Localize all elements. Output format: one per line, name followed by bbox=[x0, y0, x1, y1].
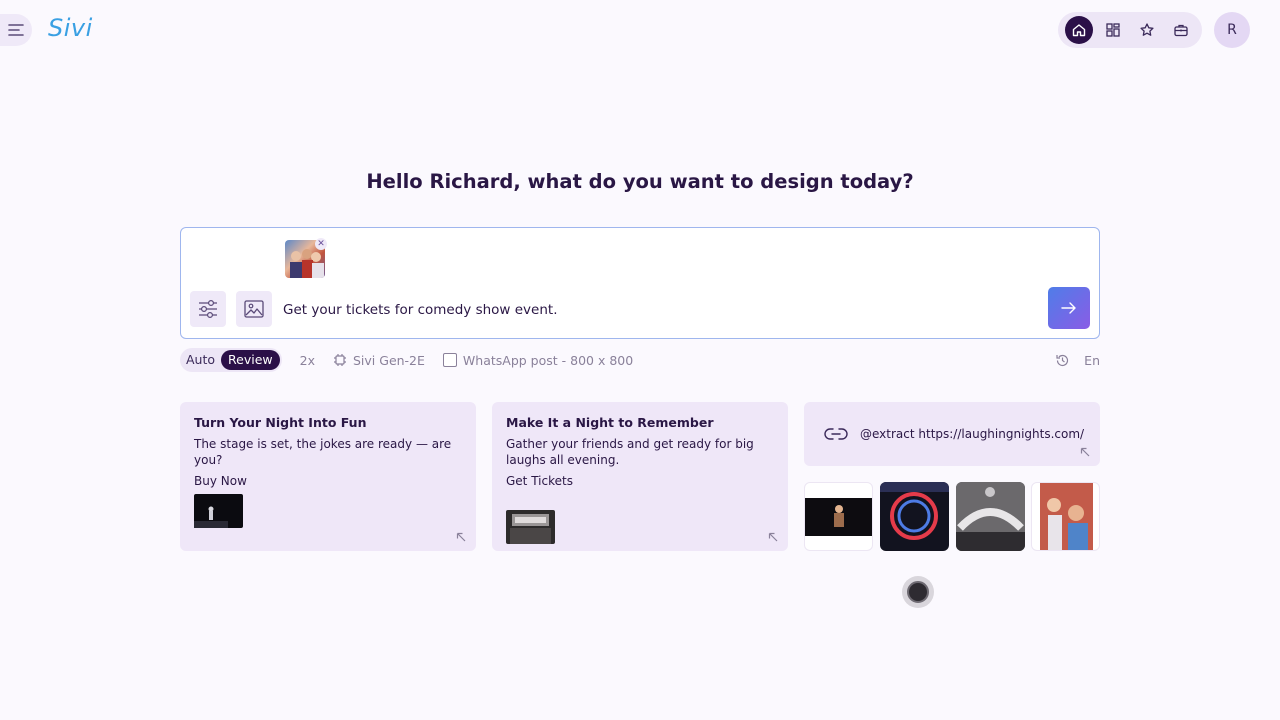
briefcase-icon bbox=[1174, 24, 1188, 37]
mode-toggle: Auto Review bbox=[180, 348, 282, 372]
model-option[interactable]: Sivi Gen-2E bbox=[333, 353, 425, 368]
suggestion-title: Turn Your Night Into Fun bbox=[194, 415, 367, 430]
suggestion-title: Make It a Night to Remember bbox=[506, 415, 714, 430]
arrow-up-left-icon bbox=[1080, 447, 1090, 457]
nav-grid-button[interactable] bbox=[1099, 16, 1127, 44]
home-icon bbox=[1072, 24, 1086, 37]
model-label: Sivi Gen-2E bbox=[353, 352, 425, 368]
multiplier-label: 2x bbox=[299, 352, 315, 368]
add-image-button[interactable] bbox=[236, 291, 272, 327]
language-selector[interactable]: En bbox=[1084, 353, 1100, 368]
extract-url-card[interactable]: @extract https://laughingnights.com/ bbox=[804, 402, 1100, 466]
multiplier-option[interactable]: 2x bbox=[300, 353, 315, 368]
record-button[interactable] bbox=[902, 576, 934, 608]
suggestion-image bbox=[194, 494, 243, 528]
prompt-input[interactable] bbox=[283, 299, 1023, 321]
mode-review-option[interactable]: Review bbox=[221, 350, 280, 370]
suggestion-cta: Get Tickets bbox=[506, 474, 573, 488]
format-checkbox[interactable] bbox=[442, 353, 457, 367]
arrow-up-left-icon bbox=[768, 532, 778, 542]
grid-icon bbox=[1106, 23, 1120, 37]
nav-favorites-button[interactable] bbox=[1133, 16, 1161, 44]
gallery-image[interactable] bbox=[956, 482, 1025, 551]
gallery-image[interactable] bbox=[880, 482, 949, 551]
link-icon bbox=[824, 428, 848, 440]
remove-attachment-button[interactable]: ✕ bbox=[315, 238, 327, 250]
send-button[interactable] bbox=[1048, 287, 1090, 329]
top-navigation bbox=[1058, 12, 1202, 48]
menu-button[interactable] bbox=[0, 14, 32, 46]
gallery-image[interactable] bbox=[804, 482, 873, 551]
prompt-box: ✕ bbox=[180, 227, 1100, 339]
arrow-up-left-icon bbox=[456, 532, 466, 542]
sivi-logo[interactable]: Sivi bbox=[48, 14, 93, 42]
nav-home-button[interactable] bbox=[1065, 16, 1093, 44]
format-option[interactable]: WhatsApp post - 800 x 800 bbox=[442, 352, 634, 368]
gallery-image[interactable] bbox=[1031, 482, 1100, 551]
options-row: Auto Review 2x Sivi Gen-2E WhatsApp post… bbox=[180, 348, 1100, 372]
chip-icon bbox=[334, 354, 346, 366]
nav-briefcase-button[interactable] bbox=[1167, 16, 1195, 44]
suggestion-description: Gather your friends and get ready for bi… bbox=[506, 437, 754, 467]
user-avatar[interactable]: R bbox=[1214, 12, 1250, 48]
history-icon[interactable] bbox=[1055, 353, 1070, 368]
sliders-icon bbox=[199, 299, 217, 319]
suggestion-card[interactable]: Make It a Night to Remember Gather your … bbox=[492, 402, 788, 551]
star-icon bbox=[1140, 23, 1154, 36]
record-icon bbox=[907, 581, 929, 603]
menu-icon bbox=[8, 24, 24, 36]
suggestion-description: The stage is set, the jokes are ready — … bbox=[194, 437, 452, 467]
image-icon bbox=[244, 300, 264, 318]
page-title: Hello Richard, what do you want to desig… bbox=[366, 170, 914, 193]
format-label: WhatsApp post - 800 x 800 bbox=[462, 352, 634, 368]
settings-sliders-button[interactable] bbox=[190, 291, 226, 327]
suggestion-image bbox=[506, 510, 555, 544]
close-icon: ✕ bbox=[317, 239, 325, 249]
mode-auto-option[interactable]: Auto bbox=[180, 350, 221, 370]
arrow-right-icon bbox=[1061, 302, 1076, 314]
extract-url-text: @extract https://laughingnights.com/ bbox=[860, 427, 1085, 441]
suggestion-cta: Buy Now bbox=[194, 474, 247, 488]
suggestion-card[interactable]: Turn Your Night Into Fun The stage is se… bbox=[180, 402, 476, 551]
